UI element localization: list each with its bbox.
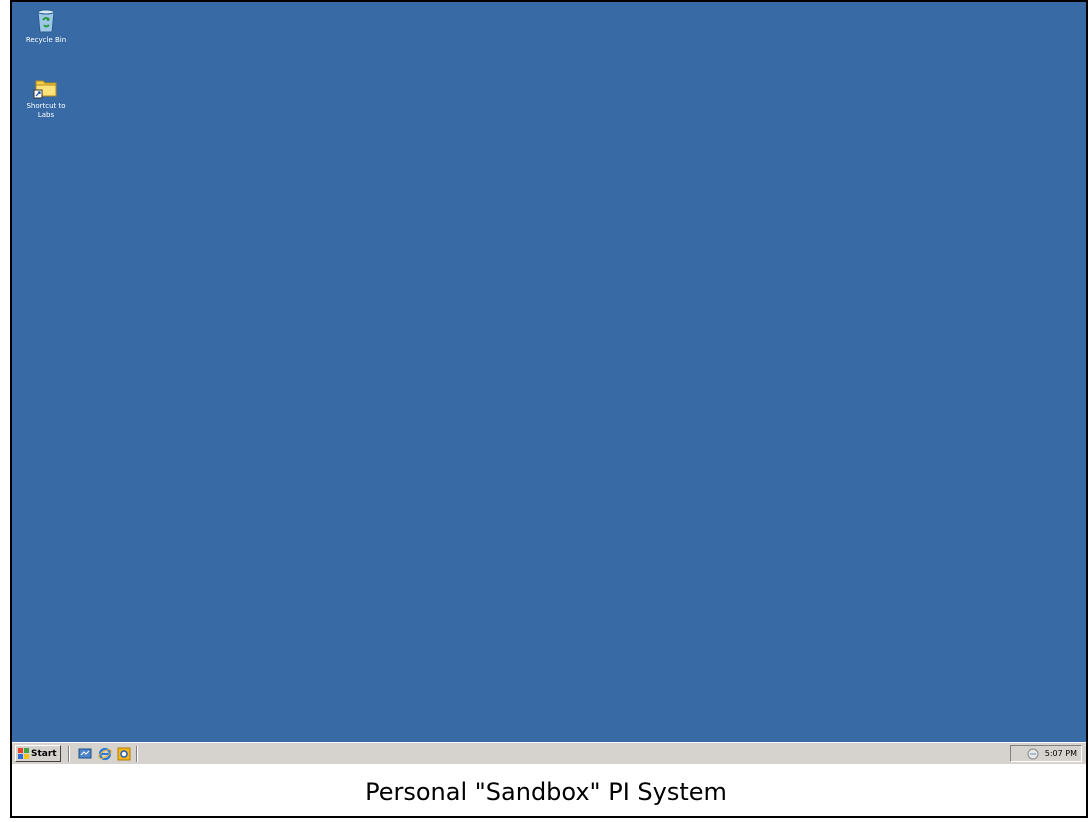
network-icon[interactable] bbox=[1027, 748, 1039, 760]
caption: Personal "Sandbox" PI System bbox=[365, 778, 727, 806]
desktop-icon-recycle-bin[interactable]: Recycle Bin bbox=[16, 6, 76, 45]
desktop-icon-shortcut-to-labs[interactable]: Shortcut to Labs bbox=[16, 74, 76, 120]
desktop-icon-label: Recycle Bin bbox=[25, 36, 67, 44]
taskbar-separator bbox=[68, 746, 70, 762]
start-label: Start bbox=[31, 748, 57, 759]
start-button[interactable]: Start bbox=[15, 745, 61, 762]
screenshot-frame: Recycle Bin Shortcut to Labs Start 5:07 … bbox=[10, 0, 1088, 818]
show-desktop-icon[interactable] bbox=[78, 747, 92, 761]
taskbar: Start 5:07 PM bbox=[12, 742, 1086, 764]
windows-logo-icon bbox=[18, 748, 29, 759]
desktop[interactable]: Recycle Bin Shortcut to Labs bbox=[12, 2, 1086, 742]
desktop-icon-label: Shortcut to Labs bbox=[26, 102, 66, 119]
outlook-icon[interactable] bbox=[117, 747, 131, 761]
internet-explorer-icon[interactable] bbox=[98, 747, 112, 761]
taskbar-separator bbox=[136, 746, 138, 762]
clock[interactable]: 5:07 PM bbox=[1045, 749, 1077, 758]
recycle-bin-icon bbox=[37, 9, 55, 33]
system-tray: 5:07 PM bbox=[1010, 745, 1082, 762]
folder-shortcut-icon bbox=[33, 80, 57, 99]
